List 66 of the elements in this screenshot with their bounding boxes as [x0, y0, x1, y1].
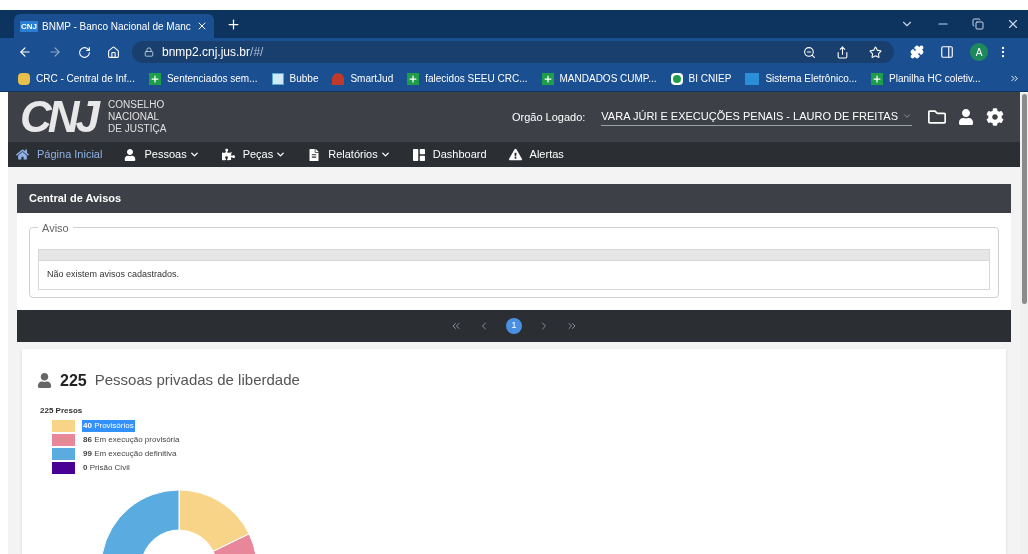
- restore-icon[interactable]: [972, 18, 984, 30]
- side-panel-icon[interactable]: [940, 45, 954, 59]
- close-icon[interactable]: [1006, 17, 1020, 31]
- sheet-icon: [541, 72, 554, 85]
- nav-item[interactable]: Peças: [221, 146, 287, 163]
- empty-message: Não existem avisos cadastrados.: [38, 261, 990, 290]
- panel-title: Central de Avisos: [17, 184, 1011, 213]
- legend-label: 86 Em execução provisória: [82, 433, 181, 446]
- star-icon[interactable]: [869, 45, 882, 59]
- sheet-icon: [407, 72, 420, 85]
- nav-item[interactable]: Dashboard: [412, 146, 487, 163]
- bookmark-item[interactable]: BI CNIEP: [670, 71, 732, 86]
- address-bar[interactable]: bnmp2.cnj.jus.br/#/: [132, 41, 894, 63]
- nav-item[interactable]: Pessoas: [124, 146, 200, 163]
- caret-icon: [902, 111, 912, 121]
- home-icon[interactable]: [107, 45, 120, 59]
- nav-item[interactable]: Relatórios: [308, 146, 391, 163]
- legend-label: 0 Prisão Civil: [82, 461, 131, 474]
- orgao-label: Orgão Logado:: [511, 109, 586, 125]
- bookmark-item[interactable]: falecidos SEEU CRC...: [407, 71, 528, 86]
- profile-avatar[interactable]: A: [970, 43, 988, 61]
- person-icon: [37, 373, 52, 388]
- summary-title: Pessoas privadas de liberdade: [94, 370, 300, 391]
- new-tab-icon[interactable]: [226, 17, 241, 32]
- bookmark-item[interactable]: CRC - Central de Inf...: [18, 71, 135, 86]
- lock-icon: [144, 47, 154, 57]
- summary-count: 225: [60, 370, 87, 391]
- nav-item[interactable]: Alertas: [508, 146, 564, 163]
- doc-icon: [271, 72, 284, 85]
- user-icon[interactable]: [958, 109, 974, 125]
- legend-label: 99 Em execução definitiva: [82, 447, 178, 460]
- browser-tab[interactable]: CNJ BNMP - Banco Nacional de Manc: [14, 14, 214, 38]
- reload-icon[interactable]: [78, 45, 91, 59]
- share-icon[interactable]: [836, 45, 849, 59]
- bookmark-item[interactable]: Sentenciados sem...: [148, 71, 258, 86]
- sheet-icon: [871, 72, 884, 85]
- document-icon: [308, 148, 321, 161]
- grid-icon: [412, 148, 425, 161]
- warning-icon: [508, 148, 522, 161]
- puzzle-icon: [221, 148, 235, 161]
- back-icon[interactable]: [18, 45, 32, 59]
- home-icon: [16, 148, 29, 161]
- settings-icon[interactable]: [986, 108, 1004, 126]
- close-icon[interactable]: [196, 20, 208, 32]
- bookmark-item[interactable]: MANDADOS CUMP...: [541, 71, 657, 86]
- nav-item[interactable]: Página Inicial: [16, 146, 103, 163]
- tab-title: BNMP - Banco Nacional de Manc: [42, 19, 192, 34]
- sheet-icon: [148, 72, 161, 85]
- org-name: CONSELHO NACIONAL DE JUSTIÇA: [108, 99, 167, 135]
- legend-label: 40 Provisórios: [82, 419, 135, 432]
- url-text: bnmp2.cnj.jus.br/#/: [162, 44, 264, 61]
- orgao-select[interactable]: VARA JÚRI E EXECUÇÕES PENAIS - LAURO DE FREITAS: [601, 107, 912, 127]
- bookmark-item[interactable]: SmartJud: [332, 71, 394, 86]
- extensions-icon[interactable]: [910, 45, 924, 59]
- cnj-logo: CNJ: [20, 95, 97, 139]
- bookmark-item[interactable]: Bubbe: [271, 71, 319, 86]
- zoom-icon[interactable]: [803, 45, 816, 59]
- scrollbar[interactable]: [1020, 92, 1028, 554]
- bookmark-item[interactable]: Sistema Eletrônico...: [745, 71, 858, 86]
- more-bookmarks-icon[interactable]: [1009, 73, 1020, 84]
- forward-icon[interactable]: [48, 45, 62, 59]
- bookmark-item[interactable]: Planilha HC coletiv...: [871, 71, 981, 86]
- folder-icon[interactable]: [928, 108, 946, 126]
- chart-total: 225 Presos: [40, 404, 84, 417]
- user-icon: [124, 148, 137, 161]
- tab-favicon: CNJ: [20, 20, 38, 32]
